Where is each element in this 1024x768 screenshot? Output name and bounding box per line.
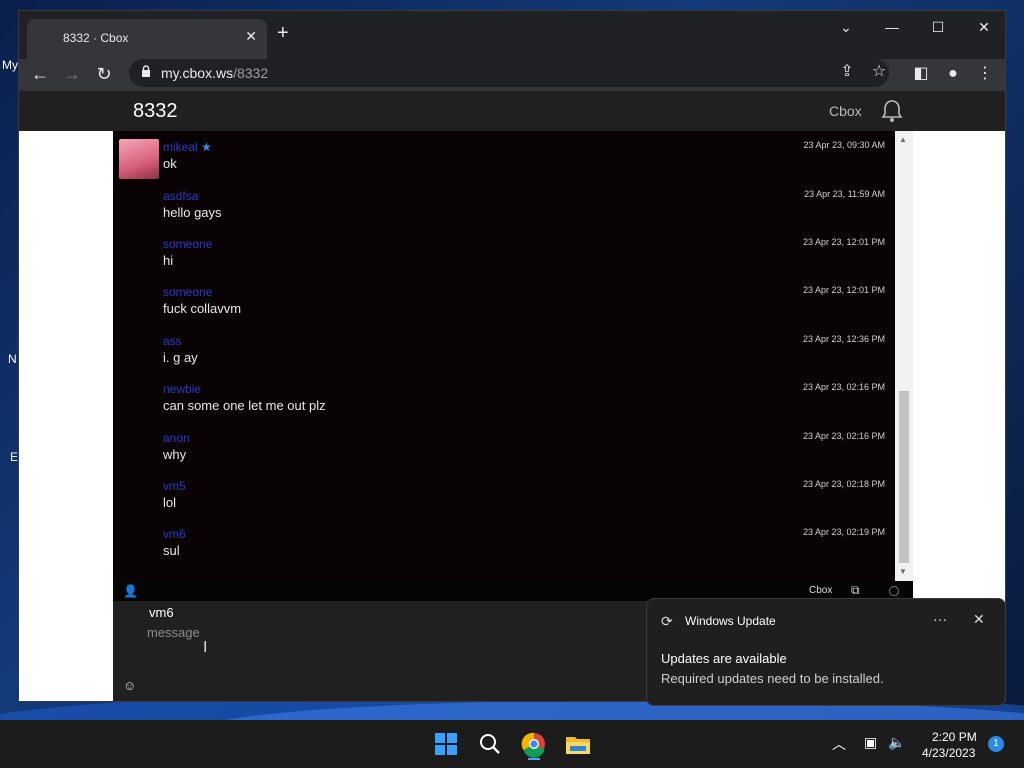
cbox-brand-link[interactable]: Cbox bbox=[829, 103, 862, 119]
message-timestamp: 23 Apr 23, 12:36 PM bbox=[802, 334, 885, 344]
address-bar[interactable]: my.cbox.ws/8332 ⇪ ☆ bbox=[129, 59, 889, 87]
tab-title: 8332 · Cbox bbox=[63, 31, 129, 45]
chat-scrollbar[interactable]: ▲ ▼ bbox=[895, 131, 913, 581]
message-username[interactable]: vm6 bbox=[163, 527, 186, 541]
close-notification-icon[interactable]: ✕ bbox=[973, 611, 985, 628]
box-title: 8332 bbox=[133, 100, 178, 122]
browser-tab[interactable]: 8332 · Cbox ✕ bbox=[27, 19, 267, 59]
notification-app-name: Windows Update bbox=[685, 614, 776, 628]
share-icon[interactable]: ⇪ bbox=[835, 61, 859, 83]
sync-icon: ⟳ bbox=[661, 613, 673, 629]
clock-date[interactable]: 4/23/2023 bbox=[922, 746, 975, 760]
chevron-up-icon[interactable]: ︿ bbox=[832, 734, 846, 754]
notification-badge[interactable]: 1 bbox=[988, 736, 1004, 752]
star-icon: ★ bbox=[201, 140, 212, 154]
message-text: hello gays bbox=[163, 205, 222, 220]
message-text: ok bbox=[163, 156, 177, 171]
message-text: why bbox=[163, 447, 187, 462]
maximize-icon[interactable]: ☐ bbox=[923, 19, 953, 36]
browser-toolbar: ← → ↻ my.cbox.ws/8332 ⇪ ☆ ◧ ● ⋮ bbox=[19, 59, 1005, 91]
chat-message: vm6 sul 23 Apr 23, 02:19 PM bbox=[113, 518, 893, 566]
chat-message: asdfsa hello gays 23 Apr 23, 11:59 AM bbox=[113, 180, 893, 228]
chat-message: vm5 lol 23 Apr 23, 02:18 PM bbox=[113, 470, 893, 518]
text-cursor-icon: I bbox=[203, 639, 208, 656]
tab-search-icon[interactable]: ⌄ bbox=[831, 19, 861, 36]
message-text: hi bbox=[163, 253, 174, 268]
message-timestamp: 23 Apr 23, 02:16 PM bbox=[802, 431, 885, 441]
message-timestamp: 23 Apr 23, 02:18 PM bbox=[802, 479, 885, 489]
user-icon[interactable]: 👤 bbox=[123, 584, 138, 598]
file-explorer-icon[interactable] bbox=[562, 728, 594, 760]
taskbar: ︿ ▣ 🔈 2:20 PM 4/23/2023 1 bbox=[0, 720, 1024, 768]
search-icon[interactable] bbox=[474, 728, 506, 760]
close-window-icon[interactable]: ✕ bbox=[969, 19, 999, 36]
message-text: can some one let me out plz bbox=[163, 398, 326, 413]
url-text: my.cbox.ws/8332 bbox=[161, 65, 268, 81]
chat-message-list[interactable]: mikeal ★ ok 23 Apr 23, 09:30 AM asdfsa h… bbox=[113, 131, 913, 581]
message-timestamp: 23 Apr 23, 02:19 PM bbox=[802, 527, 885, 537]
message-username[interactable]: ass bbox=[163, 334, 182, 348]
message-timestamp: 23 Apr 23, 12:01 PM bbox=[802, 285, 885, 295]
profile-icon[interactable]: ● bbox=[941, 63, 965, 85]
minimize-icon[interactable]: — bbox=[877, 19, 907, 35]
scroll-up-icon[interactable]: ▲ bbox=[899, 135, 907, 144]
volume-icon[interactable]: 🔈 bbox=[888, 734, 905, 751]
desktop-icon-label[interactable]: E bbox=[10, 450, 18, 464]
message-username[interactable]: asdfsa bbox=[163, 189, 198, 203]
tab-close-icon[interactable]: ✕ bbox=[245, 28, 257, 45]
chat-message: someone hi 23 Apr 23, 12:01 PM bbox=[113, 228, 893, 276]
popout-icon[interactable]: ⧉ bbox=[851, 583, 860, 598]
clock-time[interactable]: 2:20 PM bbox=[932, 730, 977, 744]
message-text: fuck collavvm bbox=[163, 301, 242, 316]
chat-message: newbie can some one let me out plz 23 Ap… bbox=[113, 373, 893, 421]
message-timestamp: 23 Apr 23, 11:59 AM bbox=[804, 189, 885, 199]
new-tab-icon[interactable]: + bbox=[277, 23, 289, 43]
avatar[interactable] bbox=[119, 139, 159, 179]
compose-name[interactable]: vm6 bbox=[149, 605, 174, 620]
desktop-icon-label[interactable]: My bbox=[2, 58, 18, 72]
chat-message: someone fuck collavvm 23 Apr 23, 12:01 P… bbox=[113, 276, 893, 324]
chat-message: mikeal ★ ok 23 Apr 23, 09:30 AM bbox=[113, 131, 893, 179]
message-username[interactable]: anon bbox=[163, 431, 190, 445]
emoji-icon[interactable]: ☺ bbox=[123, 678, 136, 693]
side-panel-icon[interactable]: ◧ bbox=[909, 63, 933, 85]
more-options-icon[interactable]: ··· bbox=[933, 611, 947, 627]
forward-icon[interactable]: → bbox=[59, 63, 85, 85]
message-timestamp: 23 Apr 23, 09:30 AM bbox=[803, 140, 885, 150]
windows-update-notification[interactable]: ⟳ Windows Update ··· ✕ Updates are avail… bbox=[646, 598, 1006, 706]
start-windows-icon[interactable] bbox=[430, 728, 462, 760]
message-timestamp: 23 Apr 23, 12:01 PM bbox=[802, 237, 885, 247]
url-host: my.cbox.ws bbox=[161, 65, 234, 81]
bell-icon[interactable] bbox=[881, 99, 903, 123]
chat-message: anon why 23 Apr 23, 02:16 PM bbox=[113, 422, 893, 470]
message-username[interactable]: someone bbox=[163, 285, 212, 299]
scrollbar-thumb[interactable] bbox=[899, 391, 909, 563]
notification-headline: Updates are available bbox=[661, 651, 787, 666]
message-text: sul bbox=[163, 543, 180, 558]
message-text: i. g ay bbox=[163, 350, 198, 365]
status-indicator-icon[interactable] bbox=[889, 586, 899, 596]
desktop-icon-label[interactable]: N bbox=[8, 352, 17, 366]
notification-body: Required updates need to be installed. bbox=[661, 671, 884, 686]
message-timestamp: 23 Apr 23, 02:16 PM bbox=[802, 382, 885, 392]
chat-message: ass i. g ay 23 Apr 23, 12:36 PM bbox=[113, 325, 893, 373]
cbox-header: 8332 Cbox bbox=[19, 91, 1005, 131]
url-path: /8332 bbox=[233, 65, 269, 81]
lock-icon bbox=[142, 65, 150, 77]
network-icon[interactable]: ▣ bbox=[864, 734, 877, 751]
tab-bar: 8332 · Cbox ✕ + ⌄ — ☐ ✕ bbox=[19, 11, 1005, 59]
message-username[interactable]: vm5 bbox=[163, 479, 186, 493]
message-username[interactable]: someone bbox=[163, 237, 212, 251]
scroll-down-icon[interactable]: ▼ bbox=[899, 567, 907, 576]
cbox-footer-brand[interactable]: Cbox bbox=[809, 585, 832, 596]
message-text: lol bbox=[163, 495, 177, 510]
back-icon[interactable]: ← bbox=[27, 63, 53, 85]
menu-icon[interactable]: ⋮ bbox=[973, 63, 997, 85]
message-username[interactable]: newbie bbox=[163, 382, 201, 396]
chrome-icon[interactable] bbox=[518, 728, 550, 760]
message-username[interactable]: mikeal ★ bbox=[163, 140, 212, 154]
bookmark-star-icon[interactable]: ☆ bbox=[867, 61, 891, 83]
reload-icon[interactable]: ↻ bbox=[91, 63, 117, 85]
